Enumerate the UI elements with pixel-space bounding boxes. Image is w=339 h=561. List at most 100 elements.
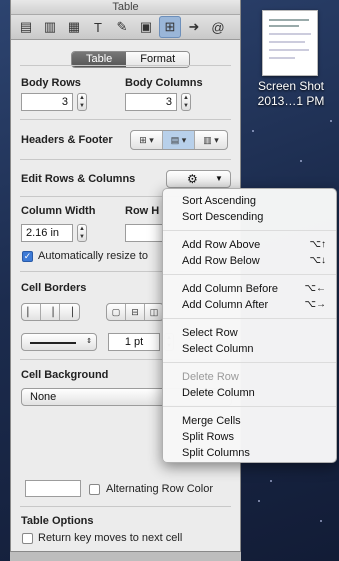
body-rows-label: Body Rows [21, 77, 81, 89]
menu-item-shortcut: ⌥↓ [309, 255, 326, 266]
menu-item-label: Sort Ascending [182, 195, 256, 207]
menu-item-label: Delete Column [182, 387, 255, 399]
stroke-line-sample [30, 342, 76, 344]
auto-resize-checkbox[interactable]: ✓ [22, 251, 33, 262]
menu-item-add-row-below[interactable]: Add Row Below ⌥↓ [163, 253, 336, 269]
menu-item-label: Split Columns [182, 447, 250, 459]
document-window-edge [10, 551, 241, 561]
menu-item-add-column-before[interactable]: Add Column Before ⌥← [163, 281, 336, 297]
alternating-color-well[interactable] [25, 480, 81, 497]
border-all-icon: ▢ [111, 306, 121, 317]
text-inspector-button[interactable]: T [87, 16, 109, 38]
link-inspector-button[interactable]: ➜ [183, 16, 205, 38]
menu-item-add-row-above[interactable]: Add Row Above ⌥↑ [163, 237, 336, 253]
menu-item-sort-descending[interactable]: Sort Descending [163, 209, 336, 225]
body-rows-field[interactable]: 3 [21, 93, 73, 111]
document-inspector-button[interactable]: ▤ [15, 16, 37, 38]
menu-item-split-columns[interactable]: Split Columns [163, 445, 336, 461]
metrics-inspector-button[interactable]: ▣ [135, 16, 157, 38]
border-left-icon: ▏ [27, 306, 35, 317]
menu-item-label: Add Row Below [182, 255, 260, 267]
border-outer-buttons: ▏ ▕ ▕ [21, 303, 80, 321]
layout-inspector-button[interactable]: ▥ [39, 16, 61, 38]
chevron-down-icon: ▼ [215, 174, 223, 183]
body-columns-stepper[interactable]: ▲ ▼ [181, 93, 191, 111]
menu-item-add-column-after[interactable]: Add Column After ⌥→ [163, 297, 336, 313]
menu-item-sort-ascending[interactable]: Sort Ascending [163, 193, 336, 209]
divider [20, 159, 231, 160]
menu-item-label: Sort Descending [182, 211, 264, 223]
divider [20, 119, 231, 120]
row-height-label: Row H [125, 205, 160, 217]
footer-rows-button[interactable]: ▥ ▾ [195, 131, 227, 149]
stroke-style-popup[interactable]: ⇕ [21, 333, 97, 351]
desktop-star [320, 520, 322, 522]
metrics-inspector-icon: ▣ [139, 19, 153, 34]
cell-background-label: Cell Background [21, 369, 109, 381]
screenshot-file-icon[interactable] [262, 10, 318, 76]
body-rows-stepper[interactable]: ▲ ▼ [77, 93, 87, 111]
row-height-field[interactable] [125, 224, 165, 242]
desktop-star [330, 120, 332, 122]
menu-item-select-column[interactable]: Select Column [163, 341, 336, 357]
menu-item-label: Add Column After [182, 299, 269, 311]
document-inspector-icon: ▤ [19, 19, 33, 34]
cell-borders-label: Cell Borders [21, 282, 87, 294]
border-horizontal-button[interactable]: ⊟ [126, 304, 145, 320]
border-left-button[interactable]: ▏ [22, 304, 41, 320]
inspector-toolbar: ▤ ▥ ▦ T ✎ ▣ ⊞ ➜ @ [11, 15, 240, 40]
menu-item-label: Add Row Above [182, 239, 261, 251]
layout-inspector-icon: ▥ [43, 19, 57, 34]
table-inspector-button[interactable]: ⊞ [159, 16, 181, 38]
border-inner-button[interactable]: ▕ [41, 304, 60, 320]
menu-separator [163, 318, 336, 319]
border-inner-buttons: ▢ ⊟ ◫ [106, 303, 164, 321]
table-options-label: Table Options [21, 515, 94, 527]
edit-rows-columns-button[interactable]: ⚙ ▼ [166, 170, 231, 188]
table-header-icon: ▤ ▾ [170, 134, 187, 145]
table-inspector-icon: ⊞ [164, 19, 176, 34]
menu-item-delete-row: Delete Row [163, 369, 336, 385]
quicktime-inspector-icon: @ [211, 19, 225, 35]
column-width-field[interactable]: 2.16 in [21, 224, 73, 242]
cell-background-value: None [30, 391, 57, 403]
header-rows-button[interactable]: ⊞ ▾ [131, 131, 163, 149]
menu-separator [163, 362, 336, 363]
gear-icon: ⚙ [187, 172, 198, 186]
column-width-label: Column Width [21, 205, 96, 217]
menu-item-merge-cells[interactable]: Merge Cells [163, 413, 336, 429]
link-inspector-icon: ➜ [188, 19, 200, 34]
menu-item-shortcut: ⌥→ [304, 299, 326, 310]
menu-item-label: Select Column [182, 343, 254, 355]
chevron-updown-icon: ⇕ [86, 338, 92, 345]
wrap-inspector-button[interactable]: ▦ [63, 16, 85, 38]
border-horizontal-icon: ⊟ [131, 306, 139, 317]
return-key-checkbox[interactable] [22, 533, 33, 544]
column-width-stepper[interactable]: ▲ ▼ [77, 224, 87, 242]
divider [20, 65, 231, 66]
desktop-star [252, 130, 254, 132]
border-vertical-button[interactable]: ◫ [145, 304, 163, 320]
inspector-title: Table [11, 0, 240, 15]
graphic-inspector-button[interactable]: ✎ [111, 16, 133, 38]
menu-item-delete-column[interactable]: Delete Column [163, 385, 336, 401]
headers-footer-label: Headers & Footer [21, 134, 113, 146]
body-columns-field[interactable]: 3 [125, 93, 177, 111]
border-all-button[interactable]: ▢ [107, 304, 126, 320]
menu-item-label: Merge Cells [182, 415, 241, 427]
stroke-width-field[interactable]: 1 pt [108, 333, 160, 351]
menu-item-shortcut: ⌥↑ [309, 239, 326, 250]
border-vertical-icon: ◫ [149, 306, 159, 317]
screenshot-file-label[interactable]: Screen Shot 2013…1 PM [246, 79, 336, 109]
menu-separator [163, 274, 336, 275]
body-columns-label: Body Columns [125, 77, 203, 89]
menu-item-select-row[interactable]: Select Row [163, 325, 336, 341]
header-columns-button[interactable]: ▤ ▾ [163, 131, 195, 149]
quicktime-inspector-button[interactable]: @ [207, 16, 229, 38]
menu-item-split-rows[interactable]: Split Rows [163, 429, 336, 445]
alternating-row-checkbox[interactable] [89, 484, 100, 495]
border-right-button[interactable]: ▕ [60, 304, 79, 320]
menu-separator [163, 230, 336, 231]
text-inspector-icon: T [94, 19, 102, 35]
graphic-inspector-icon: ✎ [116, 19, 128, 34]
